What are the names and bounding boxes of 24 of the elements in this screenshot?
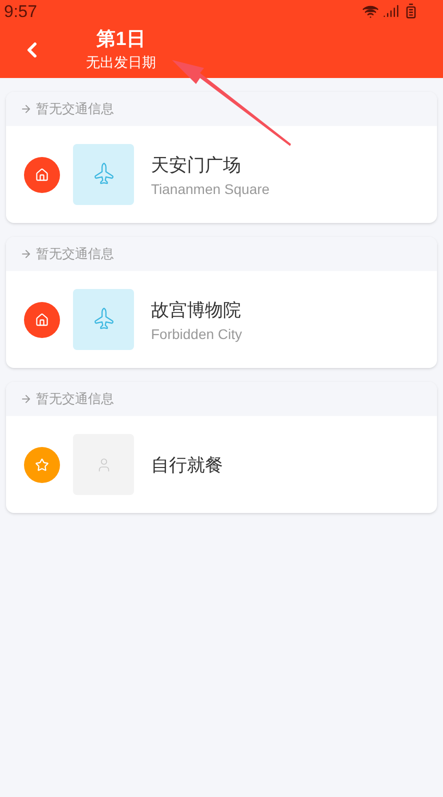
transport-info: 暂无交通信息: [36, 100, 114, 118]
transport-info: 暂无交通信息: [36, 390, 114, 408]
house-badge-icon: [24, 156, 60, 192]
place-english-name: Forbidden City: [151, 324, 242, 344]
transport-info: 暂无交通信息: [36, 245, 114, 264]
stop-card[interactable]: 暂无交通信息 自行就餐: [6, 382, 437, 513]
star-badge-icon: [24, 446, 60, 482]
place-english-name: Tiananmen Square: [151, 180, 270, 198]
day-title: 第1日: [96, 28, 146, 52]
stop-card[interactable]: 暂无交通信息 故宫博物院 Forbidden City: [6, 237, 437, 368]
status-time: 9:57: [4, 2, 38, 20]
airplane-thumbnail-icon: [73, 144, 134, 205]
airplane-thumbnail-icon: [73, 289, 134, 350]
date-subtitle: 无出发日期: [86, 53, 156, 72]
stop-card[interactable]: 暂无交通信息 天安门广场 Tiananmen Square: [6, 92, 437, 223]
place-name: 故宫博物院: [151, 298, 242, 322]
place-name: 天安门广场: [151, 154, 242, 176]
signal-icon: [383, 3, 399, 19]
arrow-icon: [20, 248, 32, 260]
arrow-icon: [20, 103, 32, 115]
arrow-icon: [20, 393, 32, 405]
place-name: 自行就餐: [151, 454, 223, 476]
house-badge-icon: [24, 302, 60, 338]
person-placeholder-icon: [73, 434, 134, 495]
